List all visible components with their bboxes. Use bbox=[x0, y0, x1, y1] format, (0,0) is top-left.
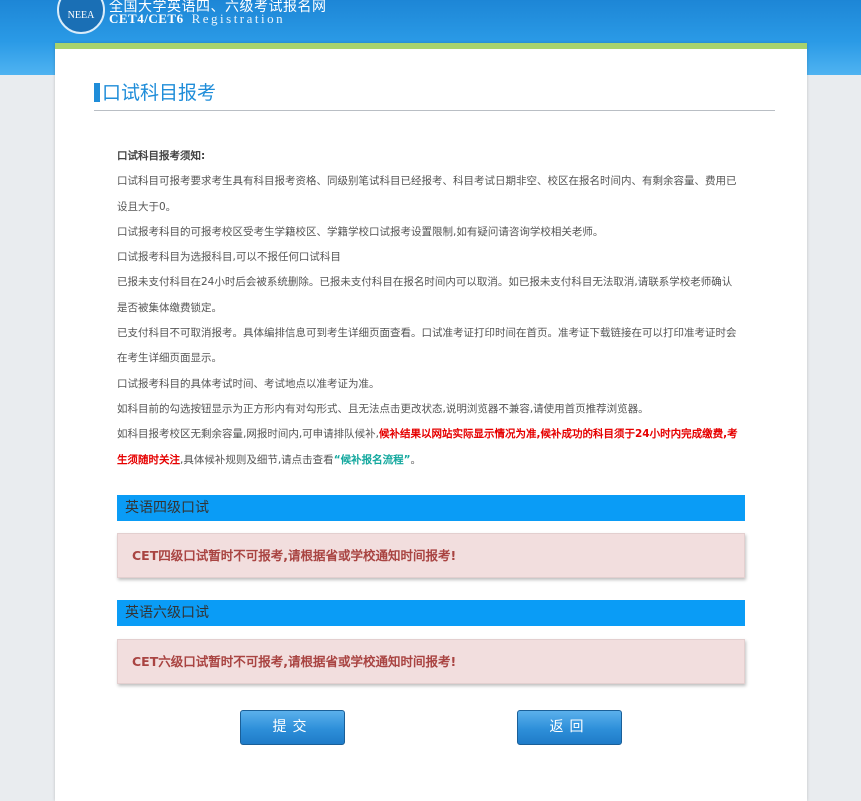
logo-text: NEEA bbox=[67, 9, 95, 21]
back-button[interactable]: 返回 bbox=[517, 710, 622, 745]
neea-logo-icon[interactable]: NEEA bbox=[57, 0, 105, 34]
notice-heading: 口试科目报考须知: bbox=[117, 150, 206, 162]
notice-waitlist-rules: ,具体候补规则及细节,请点击查看 bbox=[180, 453, 334, 466]
submit-button[interactable]: 提交 bbox=[240, 710, 345, 745]
notice-item-4: 已报未支付科目在24小时后会被系统删除。已报未支付科目在报名时间内可以取消。如已… bbox=[117, 276, 733, 314]
page-title: 口试科目报考 bbox=[94, 77, 775, 111]
section-header-cet6-oral: 英语六级口试 bbox=[117, 600, 745, 626]
notice-item-5: 已支付科目不可取消报考。具体编排信息可到考生详细页面查看。口试准考证打印时间在首… bbox=[117, 327, 737, 365]
title-accent-bar bbox=[94, 83, 100, 102]
cet4-oral-unavailable-alert: CET四级口试暂时不可报考,请根据省或学校通知时间报考! bbox=[117, 533, 745, 578]
section-header-cet4-oral: 英语四级口试 bbox=[117, 495, 745, 521]
notice-waitlist-end: 。 bbox=[410, 453, 422, 466]
waitlist-process-link[interactable]: “候补报名流程” bbox=[334, 454, 411, 466]
cet6-oral-unavailable-alert: CET六级口试暂时不可报考,请根据省或学校通知时间报考! bbox=[117, 639, 745, 684]
site-subtitle: CET4/CET6 Registration bbox=[109, 11, 285, 27]
site-subtitle-registration: Registration bbox=[191, 11, 286, 26]
notice-item-2: 口试报考科目的可报考校区受考生学籍校区、学籍学校口试报考设置限制,如有疑问请咨询… bbox=[117, 225, 604, 238]
registration-notice: 口试科目报考须知: 口试科目可报考要求考生具有科目报考资格、同级别笔试科目已经报… bbox=[117, 144, 742, 473]
main-panel: 口试科目报考 口试科目报考须知: 口试科目可报考要求考生具有科目报考资格、同级别… bbox=[55, 43, 807, 801]
notice-item-1: 口试科目可报考要求考生具有科目报考资格、同级别笔试科目已经报考、科目考试日期非空… bbox=[117, 175, 737, 213]
notice-waitlist-text: 如科目报考校区无剩余容量,网报时间内,可申请排队候补, bbox=[117, 428, 380, 441]
notice-item-6: 口试报考科目的具体考试时间、考试地点以准考证为准。 bbox=[117, 377, 380, 390]
notice-item-8: 如科目报考校区无剩余容量,网报时间内,可申请排队候补,候补结果以网站实际显示情况… bbox=[117, 422, 742, 473]
site-subtitle-cet: CET4/CET6 bbox=[109, 11, 184, 26]
notice-item-3: 口试报考科目为选报科目,可以不报任何口试科目 bbox=[117, 251, 341, 264]
page-title-text: 口试科目报考 bbox=[102, 82, 217, 104]
notice-item-7: 如科目前的勾选按钮显示为正方形内有对勾形式、且无法点击更改状态,说明浏览器不兼容… bbox=[117, 402, 649, 415]
